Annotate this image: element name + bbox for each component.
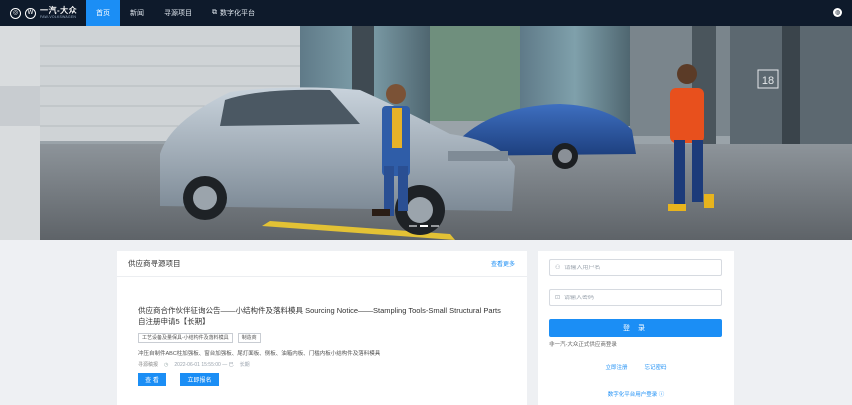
notice-item: 供应商合作伙伴征询公告——小结构件及落料模具 Sourcing Notice——… [117, 277, 527, 386]
user-icon: ⚇ [555, 264, 561, 271]
nav-home-label: 首页 [96, 10, 110, 17]
nav-news[interactable]: 新闻 [120, 0, 154, 26]
notice-title[interactable]: 供应商合作伙伴征询公告——小结构件及落料模具 Sourcing Notice——… [138, 305, 508, 327]
notice-time: 2022-06-01 15:55:00 — 已 [174, 362, 234, 368]
vw-logo-icon: W [25, 7, 36, 19]
carousel-indicators [409, 225, 439, 227]
username-field: ⚇ [549, 259, 722, 276]
nav-digital[interactable]: ⧉ 数字化平台 [202, 0, 265, 26]
apply-button[interactable]: 立即报名 [180, 373, 219, 386]
password-field: ⊡ [549, 289, 722, 306]
carousel-dot-active[interactable] [420, 225, 428, 227]
building-number: 18 [762, 75, 774, 87]
notice-tags: 工艺设备及量保具-小结构件及落料模具 制造商 [138, 333, 515, 343]
sourcing-card-header: 供应商寻源项目 查看更多 [117, 251, 527, 277]
brand-logo[interactable]: ◎ W 一汽-大众 FAW-VOLKSWAGEN [0, 0, 86, 26]
username-input[interactable] [564, 264, 715, 271]
digital-platform-login[interactable]: 数字化平台用户登录 ⓘ [538, 390, 734, 398]
left-wall [0, 26, 40, 240]
info-circle-icon: ⓘ [658, 392, 665, 398]
clock-icon: ◷ [164, 361, 169, 368]
register-link[interactable]: 立即注册 [605, 363, 627, 371]
login-button[interactable]: 登 录 [549, 319, 722, 337]
logo-cn: 一汽-大众 [40, 5, 78, 15]
view-button[interactable]: 查 看 [138, 373, 166, 386]
external-link-icon: ⧉ [212, 9, 217, 16]
view-more-link[interactable]: 查看更多 [491, 259, 515, 268]
nav-sourcing[interactable]: 寻源项目 [154, 0, 202, 26]
nav-digital-label: 数字化平台 [220, 10, 255, 17]
nav-news-label: 新闻 [130, 10, 144, 17]
login-hint: 非一汽-大众正式供应商登录 [549, 342, 617, 348]
globe-icon[interactable]: ◍ [833, 8, 842, 17]
nav-sourcing-label: 寻源项目 [164, 10, 192, 17]
top-nav-bar: ◎ W 一汽-大众 FAW-VOLKSWAGEN 首页 新闻 寻源项目 ⧉ 数字… [0, 0, 852, 26]
login-links: 立即注册 忘记密码 [538, 363, 734, 371]
notice-status: 长期 [239, 362, 250, 368]
login-card: ⚇ ⊡ 登 录 非一汽-大众正式供应商登录 立即注册 忘记密码 数字化平台用户登… [538, 251, 734, 405]
hero-banner[interactable]: 18 [0, 26, 852, 240]
notice-meta-label: 寻源稿报 [138, 362, 159, 368]
notice-description: 冲压自制件ABC柱加强板、窗台加强板、尾灯面板、侧板、油箱内板、门槛内板小结构件… [138, 351, 381, 357]
carousel-dot[interactable] [431, 225, 439, 227]
lock-icon: ⊡ [555, 294, 561, 301]
notice-tag: 工艺设备及量保具-小结构件及落料模具 [138, 333, 233, 343]
logo-text: 一汽-大众 FAW-VOLKSWAGEN [40, 5, 78, 20]
faw-logo-icon: ◎ [10, 7, 21, 19]
notice-meta: 寻源稿报 ◷ 2022-06-01 15:55:00 — 已 长期 [138, 361, 515, 369]
carousel-dot[interactable] [409, 225, 417, 227]
sourcing-title: 供应商寻源项目 [128, 259, 181, 268]
nav-home[interactable]: 首页 [86, 0, 120, 26]
password-input[interactable] [564, 294, 715, 301]
notice-actions: 查 看 立即报名 [138, 373, 515, 386]
banner-image: 18 [0, 26, 852, 240]
sourcing-card: 供应商寻源项目 查看更多 供应商合作伙伴征询公告——小结构件及落料模具 Sour… [117, 251, 527, 405]
digital-login-label: 数字化平台用户登录 [607, 392, 658, 398]
logo-en: FAW-VOLKSWAGEN [40, 14, 77, 19]
forgot-password-link[interactable]: 忘记密码 [645, 363, 667, 371]
notice-tag: 制造商 [237, 333, 261, 343]
